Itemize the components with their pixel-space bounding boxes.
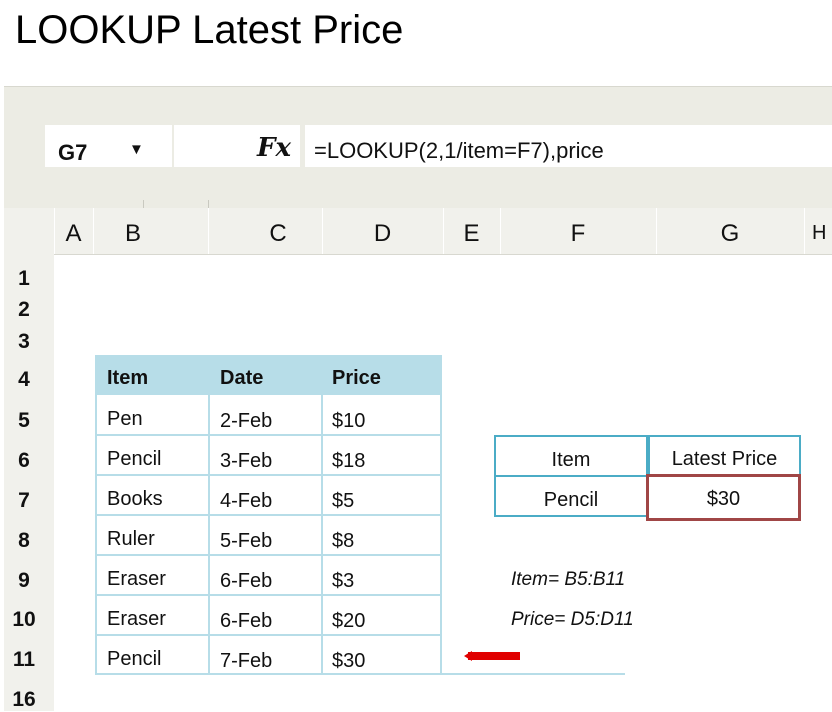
row-header-11[interactable]: 11	[4, 648, 44, 672]
formula-bar-value: =LOOKUP(2,1/item=F7),price	[314, 138, 604, 163]
table-cell[interactable]: $5	[332, 490, 354, 513]
table-cell[interactable]: 6-Feb	[220, 570, 272, 593]
table-border	[95, 594, 442, 596]
table-border	[95, 395, 97, 675]
table-border	[95, 514, 442, 516]
note-price-range: Price= D5:D11	[511, 609, 634, 630]
table-border	[95, 554, 442, 556]
table-cell[interactable]: $20	[332, 610, 365, 633]
table-cell[interactable]: 2-Feb	[220, 410, 272, 433]
lookup-item-value: Pencil	[543, 489, 599, 511]
table-header-item[interactable]: Item	[107, 367, 148, 390]
name-box-dropdown-icon[interactable]: ▼	[129, 141, 144, 158]
divider	[804, 208, 805, 254]
table-cell[interactable]: $8	[332, 530, 354, 553]
row-header-5[interactable]: 5	[4, 409, 44, 433]
divider	[143, 200, 144, 208]
lookup-item-label: Item	[551, 449, 591, 471]
arrow-icon	[468, 652, 520, 660]
table-cell[interactable]: $30	[332, 650, 365, 673]
row-header-7[interactable]: 7	[4, 489, 44, 513]
table-cell[interactable]: Pencil	[107, 648, 161, 671]
table-border	[208, 395, 210, 675]
table-cell[interactable]: Books	[107, 488, 163, 511]
lookup-price-value: $30	[706, 488, 741, 510]
row-header-1[interactable]: 1	[4, 267, 44, 291]
table-cell[interactable]: 7-Feb	[220, 650, 272, 673]
column-header-b[interactable]: B	[93, 220, 173, 248]
table-cell[interactable]: Eraser	[107, 568, 166, 591]
page-title: LOOKUP Latest Price	[15, 8, 404, 52]
divider	[208, 200, 209, 208]
column-header-c[interactable]: C	[222, 220, 334, 248]
row-header-8[interactable]: 8	[4, 529, 44, 553]
table-cell[interactable]: $3	[332, 570, 354, 593]
table-border	[95, 634, 442, 636]
table-border	[95, 673, 625, 675]
table-cell[interactable]: Eraser	[107, 608, 166, 631]
note-item-range: Item= B5:B11	[511, 569, 626, 590]
row-header-10[interactable]: 10	[4, 608, 44, 632]
row-header-column	[4, 254, 54, 711]
name-box-value: G7	[58, 140, 88, 165]
table-cell[interactable]: 4-Feb	[220, 490, 272, 513]
table-border	[95, 434, 442, 436]
table-border	[321, 395, 323, 675]
lookup-price-label: Latest Price	[671, 448, 778, 470]
row-header-6[interactable]: 6	[4, 449, 44, 473]
row-header-2[interactable]: 2	[4, 298, 44, 322]
table-cell[interactable]: Pen	[107, 408, 143, 431]
column-header-f[interactable]: F	[500, 220, 656, 248]
divider	[4, 86, 832, 87]
table-cell[interactable]: 5-Feb	[220, 530, 272, 553]
table-header-price[interactable]: Price	[332, 367, 381, 390]
table-header-date[interactable]: Date	[220, 367, 263, 390]
table-border	[95, 474, 442, 476]
arrow-head-icon	[464, 651, 472, 661]
table-border	[440, 395, 442, 675]
table-cell[interactable]: $10	[332, 410, 365, 433]
table-cell[interactable]: $18	[332, 450, 365, 473]
row-header-9[interactable]: 9	[4, 569, 44, 593]
row-header-16[interactable]: 16	[4, 688, 44, 712]
column-header-d[interactable]: D	[322, 220, 443, 248]
table-cell[interactable]: 3-Feb	[220, 450, 272, 473]
table-cell[interactable]: Ruler	[107, 528, 155, 551]
toolbar-band	[4, 170, 832, 208]
row-header-3[interactable]: 3	[4, 330, 44, 354]
column-header-a[interactable]: A	[54, 220, 93, 248]
column-header-h[interactable]: H	[812, 222, 832, 245]
column-header-g[interactable]: G	[656, 220, 804, 248]
column-header-e[interactable]: E	[443, 220, 500, 248]
table-cell[interactable]: 6-Feb	[220, 610, 272, 633]
row-header-4[interactable]: 4	[4, 368, 44, 392]
fx-icon[interactable]: Fx	[257, 133, 291, 163]
table-cell[interactable]: Pencil	[107, 448, 161, 471]
divider	[208, 208, 209, 254]
